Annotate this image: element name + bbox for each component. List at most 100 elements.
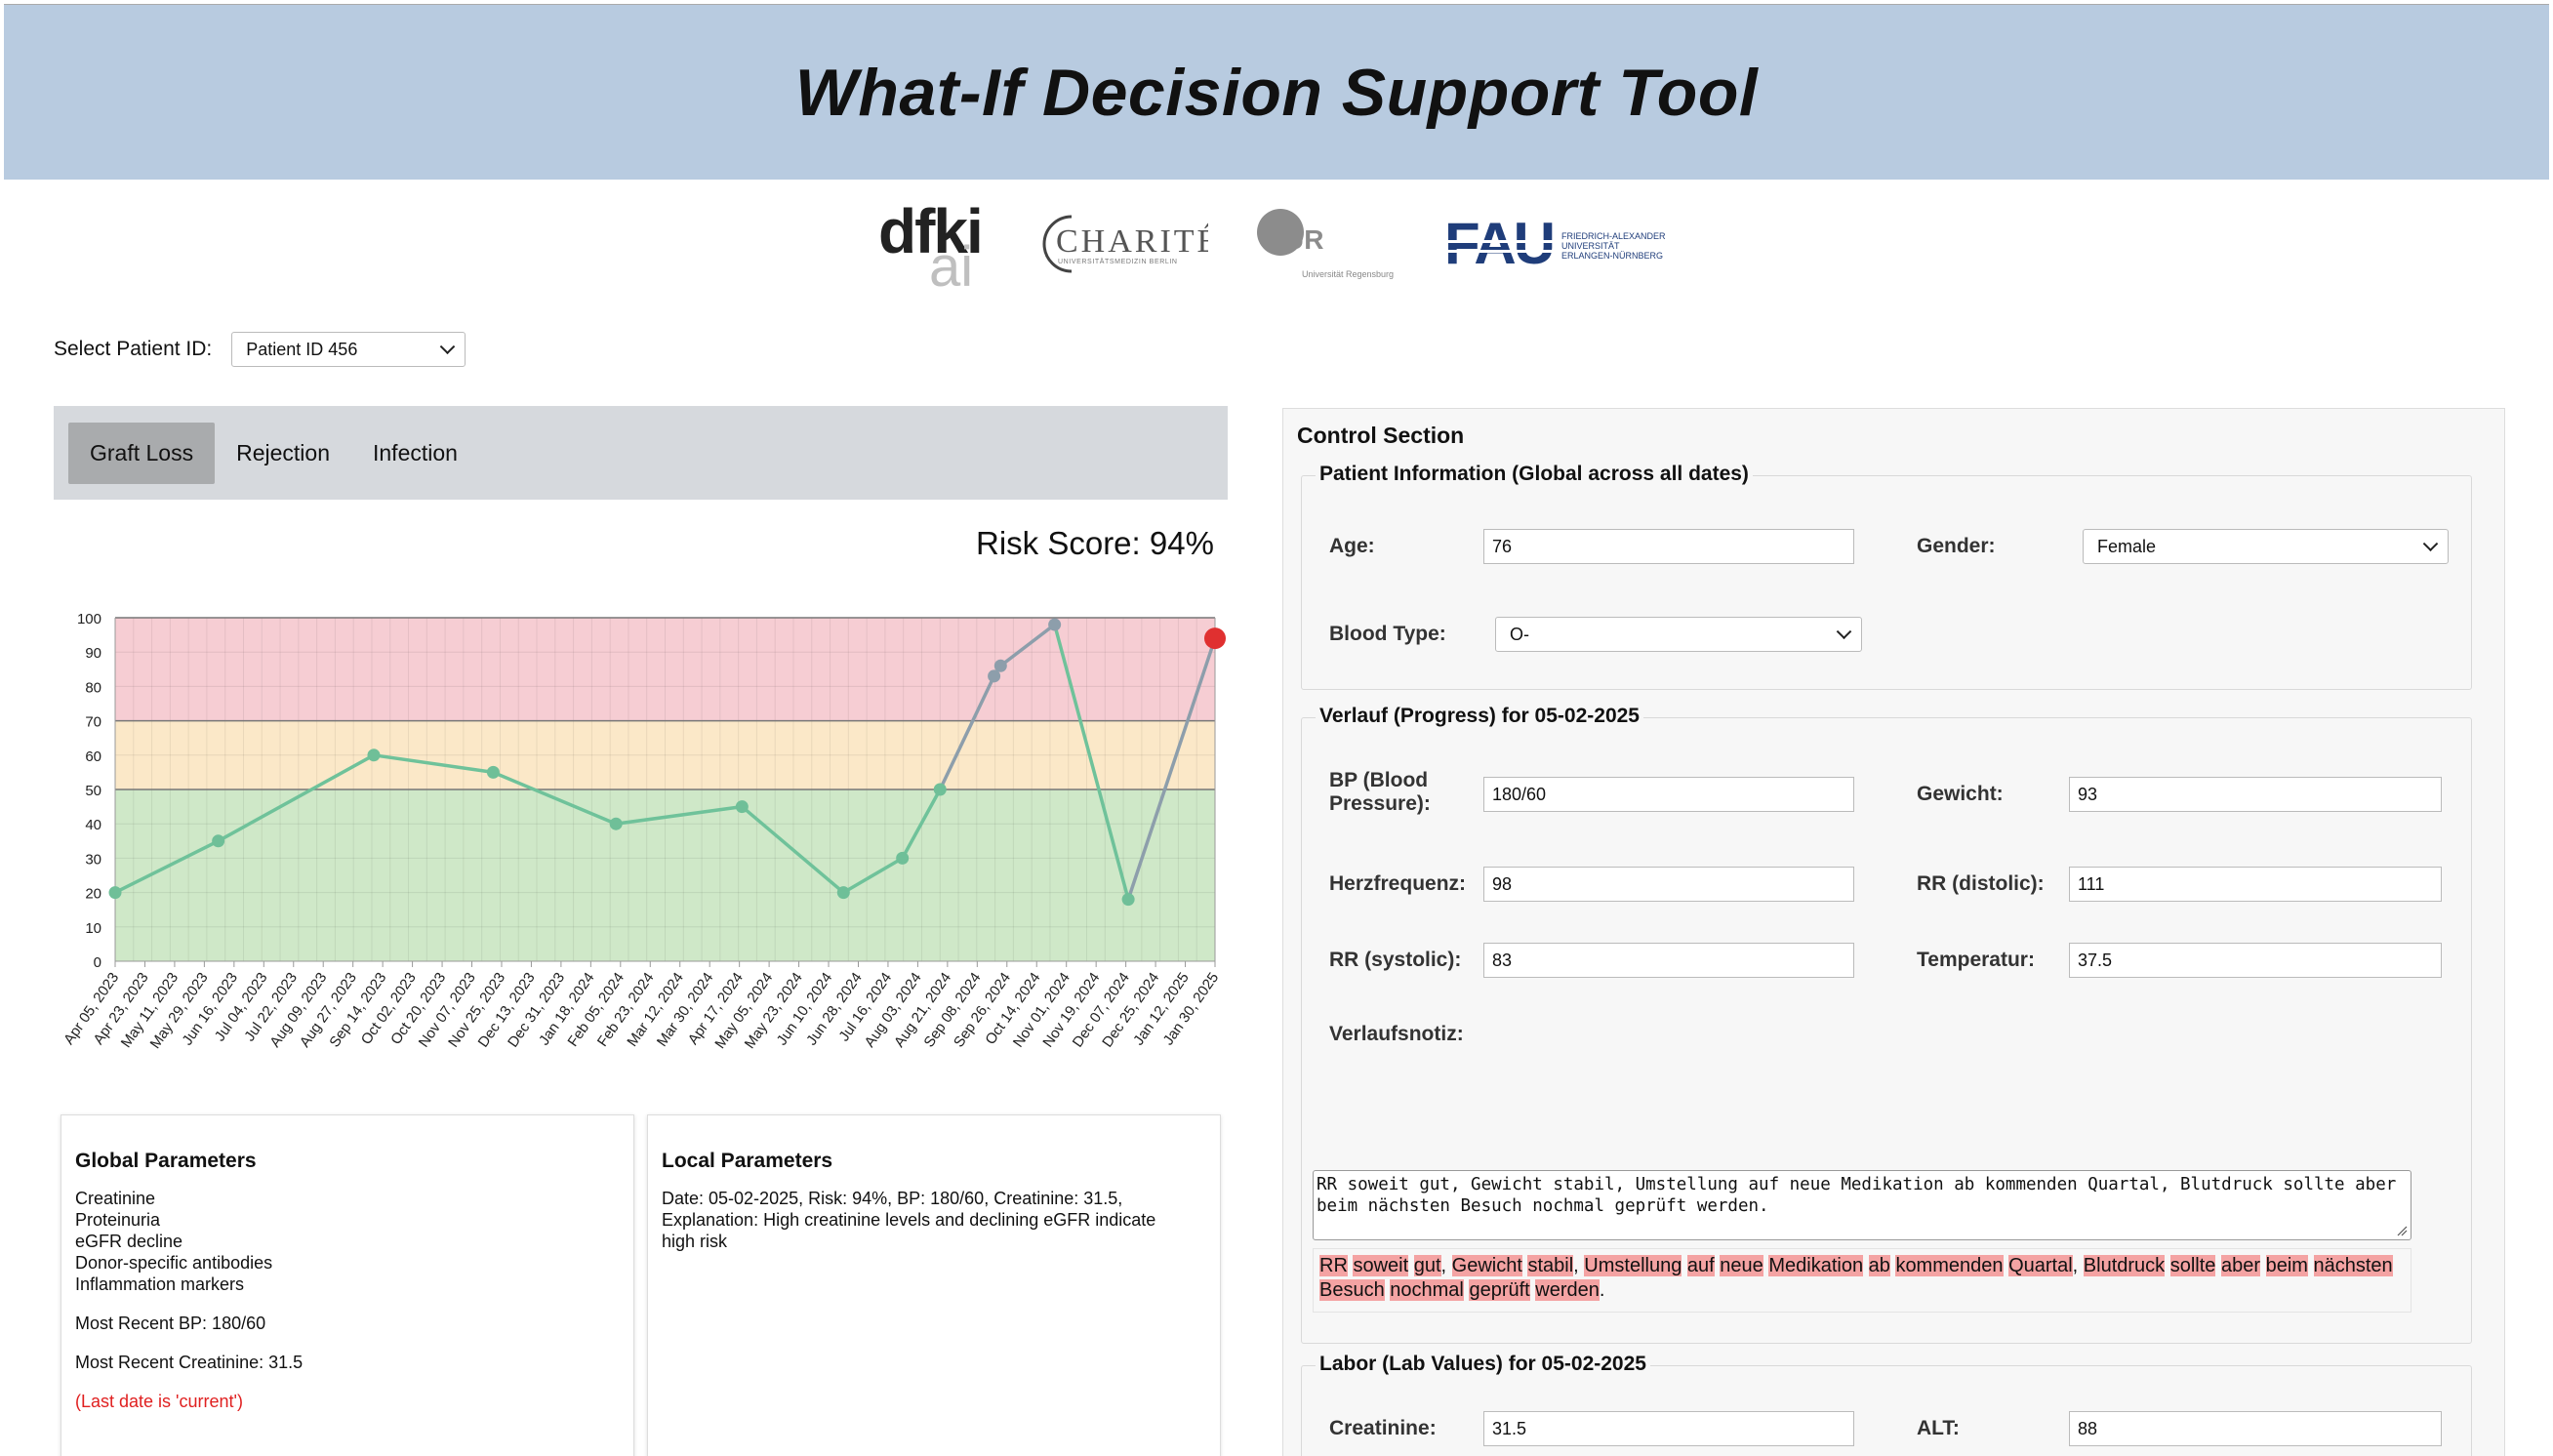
highlighted-word: werden bbox=[1535, 1279, 1600, 1301]
y-tick-label: 80 bbox=[85, 679, 101, 696]
highlighted-word: Besuch bbox=[1319, 1279, 1385, 1301]
page-title: What-If Decision Support Tool bbox=[794, 55, 1759, 130]
dfki-logo: dfki ai bbox=[874, 195, 984, 299]
bp-input[interactable]: 180/60 bbox=[1483, 777, 1854, 812]
highlighted-word: nächsten bbox=[2313, 1255, 2393, 1276]
fau-logo: FAU FRIEDRICH-ALEXANDER UNIVERSITÄT ERLA… bbox=[1444, 215, 1666, 273]
age-input[interactable]: 76 bbox=[1483, 529, 1854, 564]
local-parameters-panel: Local Parameters Date: 05-02-2025, Risk:… bbox=[647, 1114, 1221, 1456]
blood-type-label: Blood Type: bbox=[1329, 623, 1446, 645]
global-parameters-title: Global Parameters bbox=[75, 1150, 257, 1172]
tab-infection[interactable]: Infection bbox=[351, 423, 479, 484]
gewicht-input[interactable]: 93 bbox=[2069, 777, 2442, 812]
control-section-title: Control Section bbox=[1297, 423, 1465, 448]
local-param-line: Explanation: High creatinine levels and … bbox=[662, 1210, 1156, 1230]
rr-distolic-input[interactable]: 111 bbox=[2069, 867, 2442, 902]
temperatur-input[interactable]: 37.5 bbox=[2069, 943, 2442, 978]
logo-bar: dfki ai CHARITÉ UNIVERSITÄTSMEDIZIN BERL… bbox=[0, 195, 2553, 299]
data-point bbox=[896, 851, 910, 865]
chevron-down-icon bbox=[439, 339, 456, 355]
charite-logo-text: CHARITÉ bbox=[1056, 223, 1208, 260]
global-param-item: Inflammation markers bbox=[75, 1274, 245, 1294]
highlighted-word: nochmal bbox=[1390, 1279, 1464, 1301]
y-tick-label: 60 bbox=[85, 748, 101, 765]
data-point bbox=[108, 886, 122, 900]
highlighted-word: stabil bbox=[1527, 1255, 1574, 1276]
patient-info-legend: Patient Information (Global across all d… bbox=[1316, 463, 1753, 486]
y-tick-label: 100 bbox=[77, 611, 101, 627]
patient-id-select[interactable]: Patient ID 456 bbox=[231, 332, 466, 367]
resize-handle-icon[interactable] bbox=[2396, 1225, 2408, 1236]
rr-systolic-label: RR (systolic): bbox=[1329, 949, 1462, 971]
data-point bbox=[933, 783, 947, 796]
verlaufsnotiz-highlight: RR soweit gut, Gewicht stabil, Umstellun… bbox=[1313, 1248, 2411, 1313]
verlaufsnotiz-label: Verlaufsnotiz: bbox=[1329, 1023, 1464, 1045]
charite-logo: CHARITÉ UNIVERSITÄTSMEDIZIN BERLIN bbox=[1042, 215, 1208, 273]
data-point bbox=[1048, 618, 1062, 631]
data-point bbox=[836, 886, 850, 900]
data-point bbox=[486, 765, 500, 779]
app-header: What-If Decision Support Tool bbox=[4, 4, 2549, 180]
tab-rejection[interactable]: Rejection bbox=[215, 423, 351, 484]
fau-logo-sub2: UNIVERSITÄT bbox=[1561, 241, 1620, 251]
labor-legend: Labor (Lab Values) for 05-02-2025 bbox=[1316, 1353, 1650, 1376]
ur-logo-sub: Universität Regensburg bbox=[1302, 269, 1394, 279]
gender-label: Gender: bbox=[1917, 535, 1996, 557]
y-tick-label: 20 bbox=[85, 886, 101, 903]
risk-tabs: Graft Loss Rejection Infection bbox=[54, 406, 1228, 500]
tab-graft-loss[interactable]: Graft Loss bbox=[68, 422, 216, 484]
bp-label-line1: BP (Blood bbox=[1329, 769, 1429, 791]
global-param-item: eGFR decline bbox=[75, 1232, 183, 1251]
gender-select[interactable]: Female bbox=[2083, 529, 2449, 564]
y-tick-label: 40 bbox=[85, 817, 101, 833]
temperatur-label: Temperatur: bbox=[1917, 949, 2035, 971]
global-param-item: Creatinine bbox=[75, 1189, 156, 1208]
age-label: Age: bbox=[1329, 535, 1375, 557]
chevron-down-icon bbox=[2422, 536, 2439, 552]
fau-logo-sub1: FRIEDRICH-ALEXANDER bbox=[1561, 231, 1666, 241]
highlighted-word: gut bbox=[1413, 1255, 1441, 1276]
recent-bp: Most Recent BP: 180/60 bbox=[75, 1314, 266, 1333]
data-point bbox=[993, 659, 1007, 672]
chevron-down-icon bbox=[1836, 624, 1852, 640]
highlighted-word: Quartal bbox=[2008, 1255, 2073, 1276]
highlighted-word: Medikation bbox=[1768, 1255, 1864, 1276]
highlighted-word: Blutdruck bbox=[2083, 1255, 2166, 1276]
dfki-logo-ai: ai bbox=[929, 235, 974, 299]
creatinine-label: Creatinine: bbox=[1329, 1417, 1437, 1439]
alt-label: ALT: bbox=[1917, 1417, 1960, 1439]
highlighted-word: Gewicht bbox=[1451, 1255, 1522, 1276]
data-point bbox=[735, 800, 749, 814]
highlighted-word: ab bbox=[1868, 1255, 1890, 1276]
charite-logo-sub: UNIVERSITÄTSMEDIZIN BERLIN bbox=[1058, 258, 1178, 265]
data-point bbox=[212, 834, 225, 848]
local-param-line: Date: 05-02-2025, Risk: 94%, BP: 180/60,… bbox=[662, 1189, 1123, 1208]
highlighted-word: geprüft bbox=[1469, 1279, 1530, 1301]
alt-input[interactable]: 88 bbox=[2069, 1411, 2442, 1446]
bp-label-line2: Pressure): bbox=[1329, 792, 1431, 815]
y-tick-label: 50 bbox=[85, 783, 101, 799]
highlighted-word: RR bbox=[1319, 1255, 1348, 1276]
herzfrequenz-label: Herzfrequenz: bbox=[1329, 872, 1467, 895]
data-point bbox=[1121, 893, 1135, 907]
risk-score: Risk Score: 94% bbox=[976, 525, 1214, 561]
labor-group: Labor (Lab Values) for 05-02-2025 Creati… bbox=[1301, 1353, 2472, 1456]
highlighted-word: neue bbox=[1720, 1255, 1763, 1276]
patient-select-row: Select Patient ID: Patient ID 456 bbox=[54, 332, 466, 367]
rr-systolic-input[interactable]: 83 bbox=[1483, 943, 1854, 978]
herzfrequenz-input[interactable]: 98 bbox=[1483, 867, 1854, 902]
y-tick-label: 0 bbox=[94, 954, 101, 971]
data-point bbox=[609, 817, 623, 830]
blood-type-value: O- bbox=[1510, 624, 1529, 644]
highlighted-word: sollte bbox=[2169, 1255, 2216, 1276]
y-tick-label: 70 bbox=[85, 714, 101, 731]
risk-chart: 0102030405060708090100Apr 05, 2023Apr 23… bbox=[61, 611, 1226, 1052]
recent-creatinine: Most Recent Creatinine: 31.5 bbox=[75, 1353, 304, 1372]
ur-logo-text: UR bbox=[1284, 224, 1323, 255]
highlighted-word: Umstellung bbox=[1584, 1255, 1682, 1276]
current-date-note: (Last date is 'current') bbox=[75, 1392, 243, 1411]
creatinine-input[interactable]: 31.5 bbox=[1483, 1411, 1854, 1446]
verlaufsnotiz-textarea[interactable]: RR soweit gut, Gewicht stabil, Umstellun… bbox=[1313, 1170, 2411, 1240]
blood-type-select[interactable]: O- bbox=[1495, 617, 1862, 652]
data-point bbox=[367, 748, 381, 762]
